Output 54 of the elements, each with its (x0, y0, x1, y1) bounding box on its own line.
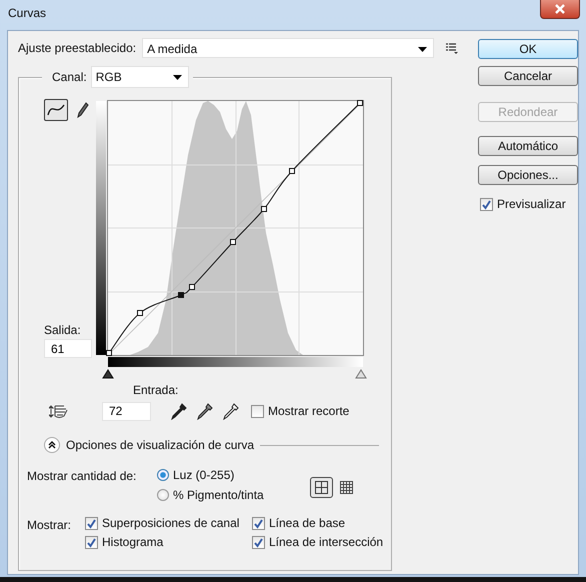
window-title: Curvas (8, 6, 46, 20)
close-icon (554, 4, 566, 14)
list-menu-icon[interactable] (446, 42, 458, 54)
check-icon (253, 518, 264, 528)
dialog-button[interactable]: Cancelar (478, 66, 578, 86)
pencil-icon (77, 102, 90, 118)
coarse-grid-button[interactable] (310, 477, 333, 498)
show-clipping-checkbox[interactable]: Mostrar recorte (251, 404, 350, 418)
display-checkbox[interactable]: Línea de base (252, 516, 384, 530)
output-field[interactable]: 61 (44, 339, 92, 358)
preview-checkbox[interactable]: Previsualizar (480, 197, 578, 211)
preset-dropdown[interactable]: A medida (142, 38, 434, 58)
eyedropper-icon[interactable] (197, 402, 213, 420)
channel-dropdown[interactable]: RGB (90, 66, 189, 88)
curve-tool-button[interactable] (44, 99, 68, 121)
control-point[interactable] (289, 168, 295, 174)
shadow-slider-handle[interactable] (102, 369, 114, 378)
output-label: Salida: (44, 323, 82, 337)
radio-option[interactable]: Luz (0-255) (157, 467, 264, 483)
preset-label: Ajuste preestablecido: (18, 41, 136, 55)
check-icon (86, 518, 97, 528)
display-checkbox[interactable]: Histograma (85, 535, 252, 549)
control-point[interactable] (189, 284, 195, 290)
dialog-button[interactable]: Opciones... (478, 165, 578, 185)
grid-icon (340, 481, 353, 494)
control-point[interactable] (261, 206, 267, 212)
expand-toggle-button[interactable] (44, 437, 60, 453)
check-icon (481, 198, 492, 210)
control-point[interactable] (106, 350, 112, 356)
dialog-button[interactable]: OK (478, 39, 578, 59)
input-label: Entrada: (133, 383, 178, 397)
eyedropper-icon[interactable] (223, 402, 239, 420)
check-icon (253, 536, 264, 548)
highlight-slider-handle[interactable] (355, 369, 367, 378)
input-field[interactable]: 72 (102, 402, 151, 420)
show-amount-label: Mostrar cantidad de: (27, 469, 138, 483)
close-button[interactable] (540, 0, 580, 19)
dialog-button[interactable]: Automático (478, 136, 578, 156)
control-point[interactable] (357, 100, 363, 106)
show-label: Mostrar: (27, 518, 72, 534)
check-icon (86, 536, 97, 548)
display-checkbox[interactable]: Superposiciones de canal (85, 516, 252, 530)
curve-icon (46, 103, 65, 117)
section-title: Opciones de visualización de curva (66, 438, 254, 452)
caret-icon (172, 75, 182, 80)
display-checkbox[interactable]: Línea de intersección (252, 535, 384, 549)
chevron-icon (47, 440, 57, 450)
grid-icon (314, 481, 328, 494)
control-point[interactable] (230, 239, 236, 245)
caret-icon (418, 47, 428, 52)
eyedropper-icon[interactable] (171, 402, 187, 420)
control-point[interactable] (137, 310, 143, 316)
channel-label: Canal: (52, 70, 87, 84)
radio-option[interactable]: % Pigmento/tinta (157, 487, 264, 503)
